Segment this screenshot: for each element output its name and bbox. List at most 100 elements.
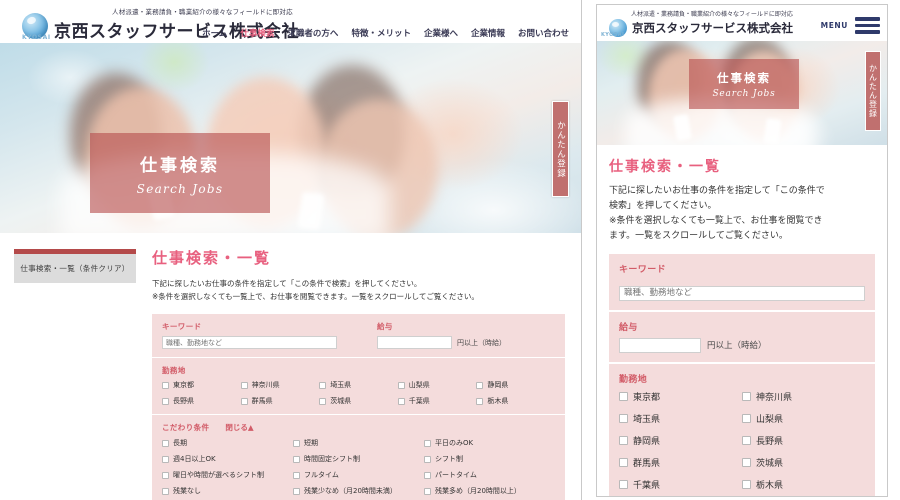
checkbox-icon[interactable] bbox=[162, 397, 169, 405]
prefecture-label: 長野県 bbox=[756, 436, 784, 447]
prefecture-label: 長野県 bbox=[173, 397, 194, 406]
checkbox-icon[interactable] bbox=[162, 487, 169, 495]
checkbox-icon[interactable] bbox=[240, 381, 248, 389]
checkbox-icon[interactable] bbox=[319, 397, 327, 405]
checkbox-icon[interactable] bbox=[476, 381, 484, 389]
nav-item-company-info[interactable]: 企業情報 bbox=[471, 27, 505, 39]
condition-checkbox[interactable]: 短期 bbox=[293, 438, 424, 448]
prefecture-checkbox[interactable]: 神奈川県 bbox=[742, 390, 865, 403]
checkbox-icon[interactable] bbox=[293, 439, 300, 447]
mobile-header: 人材派遣・業務請負・職業紹介の様々なフィールドに即対応 京西スタッフサービス株式… bbox=[597, 5, 887, 41]
checkbox-icon[interactable] bbox=[424, 455, 431, 463]
checkbox-icon[interactable] bbox=[424, 439, 431, 447]
mobile-keyword-label: キーワード bbox=[619, 265, 667, 276]
conditions-collapse-toggle[interactable]: 閉じる▲ bbox=[225, 422, 253, 433]
salary-unit-label: 円以上（時給） bbox=[457, 338, 506, 347]
prefecture-checkbox[interactable]: 神奈川県 bbox=[240, 380, 320, 390]
prefecture-checkbox[interactable]: 茨城県 bbox=[319, 396, 398, 406]
checkbox-icon[interactable] bbox=[319, 381, 327, 389]
nav-item-features-merits[interactable]: 特徴・メリット bbox=[351, 27, 411, 39]
condition-checkbox[interactable]: 時間固定シフト制 bbox=[293, 454, 424, 464]
checkbox-icon[interactable] bbox=[619, 457, 628, 467]
prefecture-label: 埼玉県 bbox=[330, 381, 352, 390]
prefecture-checkbox[interactable]: 長野県 bbox=[162, 396, 241, 406]
checkbox-icon[interactable] bbox=[619, 413, 628, 423]
prefecture-checkbox[interactable]: 山梨県 bbox=[742, 412, 865, 425]
checkbox-icon[interactable] bbox=[424, 471, 431, 479]
condition-checkbox[interactable]: フルタイム bbox=[293, 470, 424, 480]
checkbox-icon[interactable] bbox=[240, 397, 248, 405]
checkbox-icon[interactable] bbox=[397, 381, 405, 389]
checkbox-icon[interactable] bbox=[619, 479, 628, 489]
page-title: 仕事検索・一覧 bbox=[152, 249, 272, 267]
prefecture-checkbox[interactable]: 栃木県 bbox=[476, 396, 555, 406]
condition-checkbox[interactable]: 平日のみOK bbox=[424, 438, 555, 448]
mobile-location-label: 勤務地 bbox=[619, 374, 648, 385]
checkbox-icon[interactable] bbox=[162, 471, 169, 479]
mobile-description-line-1: 下記に探したいお仕事の条件を指定して「この条件で bbox=[609, 186, 825, 196]
checkbox-icon[interactable] bbox=[162, 455, 169, 463]
checkbox-icon[interactable] bbox=[162, 439, 169, 447]
nav-item-job-search[interactable]: 仕事検索 bbox=[240, 27, 274, 39]
mobile-menu-button[interactable]: MENU bbox=[821, 17, 880, 34]
checkbox-icon[interactable] bbox=[742, 457, 751, 467]
keyword-input[interactable] bbox=[162, 336, 337, 350]
checkbox-icon[interactable] bbox=[742, 413, 751, 423]
mobile-salary-input[interactable] bbox=[619, 337, 701, 353]
logo-subtext: KYOSAI bbox=[22, 34, 51, 41]
prefecture-label: 東京都 bbox=[173, 381, 194, 390]
condition-checkbox[interactable]: 残業少なめ（月20時間未満） bbox=[293, 486, 424, 496]
checkbox-icon[interactable] bbox=[162, 381, 169, 389]
quick-register-tab[interactable]: かんたん登録 bbox=[552, 101, 569, 197]
checkbox-icon[interactable] bbox=[476, 397, 484, 405]
condition-label: 残業多め（月20時間以上） bbox=[435, 487, 521, 496]
page-description-line-2: ※条件を選択しなくても一覧上で、お仕事を閲覧できます。一覧をスクロールしてご覧く… bbox=[152, 292, 479, 302]
prefecture-checkbox[interactable]: 山梨県 bbox=[397, 380, 477, 390]
checkbox-icon[interactable] bbox=[619, 435, 628, 445]
prefecture-checkbox[interactable]: 群馬県 bbox=[619, 456, 742, 469]
prefecture-checkbox[interactable]: 東京都 bbox=[619, 390, 742, 403]
prefecture-checkbox[interactable]: 千葉県 bbox=[397, 396, 477, 406]
checkbox-icon[interactable] bbox=[293, 455, 300, 463]
nav-item-contact[interactable]: お問い合わせ bbox=[518, 27, 569, 39]
prefecture-label: 千葉県 bbox=[408, 397, 430, 406]
checkbox-icon[interactable] bbox=[742, 479, 751, 489]
prefecture-checkbox[interactable]: 群馬県 bbox=[240, 396, 320, 406]
salary-input[interactable] bbox=[377, 336, 452, 350]
prefecture-checkbox[interactable]: 栃木県 bbox=[742, 478, 865, 491]
condition-checkbox[interactable]: 残業多め（月20時間以上） bbox=[424, 486, 555, 496]
checkbox-icon[interactable] bbox=[424, 487, 431, 495]
sidebar-item-job-search-clear[interactable]: 仕事検索・一覧（条件クリア） bbox=[14, 249, 136, 283]
site-header: 人材派遣・業務請負・職業紹介の様々なフィールドに即対応 京西スタッフサービス株式… bbox=[0, 0, 581, 43]
prefecture-checkbox[interactable]: 埼玉県 bbox=[619, 412, 742, 425]
nav-item-for-companies[interactable]: 企業様へ bbox=[424, 27, 458, 39]
checkbox-icon[interactable] bbox=[742, 435, 751, 445]
checkbox-icon[interactable] bbox=[397, 397, 405, 405]
nav-item-home[interactable]: ホーム bbox=[202, 27, 227, 39]
mobile-brand-name: 京西スタッフサービス株式会社 bbox=[632, 21, 793, 35]
condition-label: 残業少なめ（月20時間未満） bbox=[304, 487, 397, 496]
checkbox-icon[interactable] bbox=[619, 391, 628, 401]
prefecture-checkbox[interactable]: 千葉県 bbox=[619, 478, 742, 491]
prefecture-checkbox[interactable]: 東京都 bbox=[162, 380, 241, 390]
mobile-viewport: 人材派遣・業務請負・職業紹介の様々なフィールドに即対応 京西スタッフサービス株式… bbox=[582, 0, 900, 500]
condition-checkbox[interactable]: 残業なし bbox=[162, 486, 293, 496]
prefecture-checkbox[interactable]: 長野県 bbox=[742, 434, 865, 447]
condition-checkbox[interactable]: パートタイム bbox=[424, 470, 555, 480]
prefecture-checkbox[interactable]: 静岡県 bbox=[476, 380, 555, 390]
condition-checkbox[interactable]: 週4日以上OK bbox=[162, 454, 293, 464]
condition-checkbox[interactable]: 長期 bbox=[162, 438, 293, 448]
condition-label: 平日のみOK bbox=[435, 439, 474, 448]
prefecture-checkbox[interactable]: 茨城県 bbox=[742, 456, 865, 469]
checkbox-icon[interactable] bbox=[293, 487, 300, 495]
nav-item-for-job-seekers[interactable]: 求職者の方へ bbox=[287, 27, 338, 39]
hamburger-icon[interactable] bbox=[855, 17, 880, 34]
checkbox-icon[interactable] bbox=[293, 471, 300, 479]
mobile-keyword-input[interactable] bbox=[619, 285, 865, 301]
prefecture-checkbox[interactable]: 静岡県 bbox=[619, 434, 742, 447]
mobile-quick-register-tab[interactable]: かんたん登録 bbox=[865, 51, 881, 131]
checkbox-icon[interactable] bbox=[742, 391, 751, 401]
condition-checkbox[interactable]: シフト制 bbox=[424, 454, 555, 464]
condition-checkbox[interactable]: 曜日や時間が選べるシフト制 bbox=[162, 470, 293, 480]
prefecture-checkbox[interactable]: 埼玉県 bbox=[319, 380, 398, 390]
